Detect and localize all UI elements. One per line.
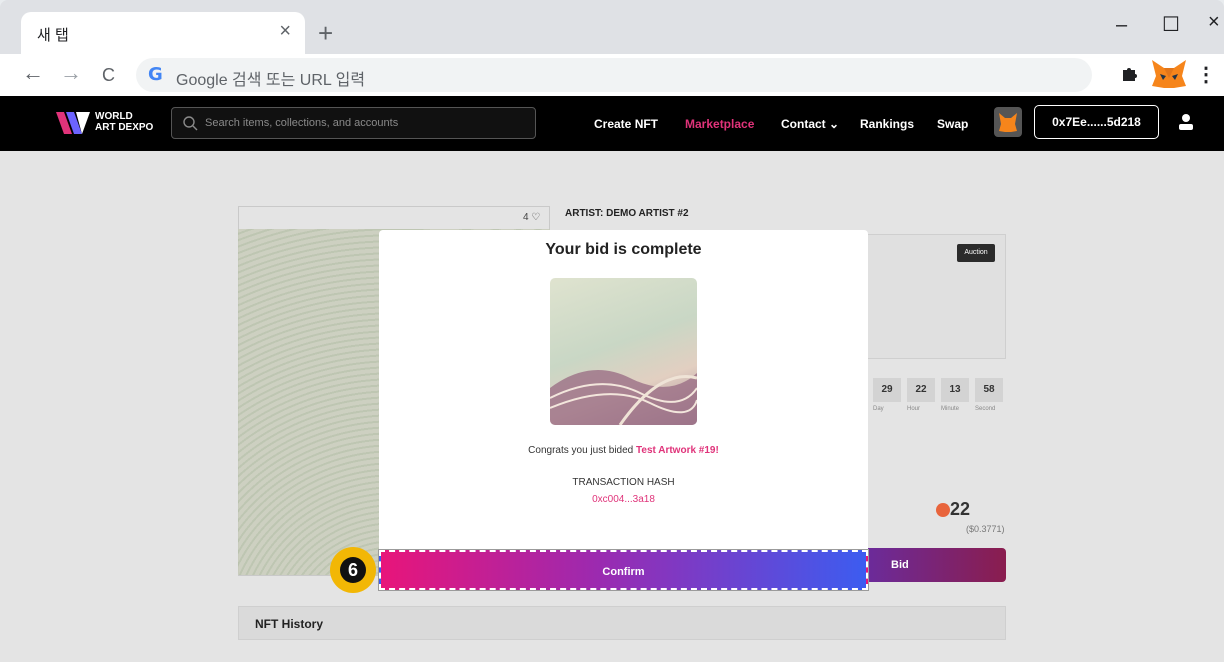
tab-strip: 새 탭 × + – ☐ × <box>0 0 1224 56</box>
congrats-text: Congrats you just bided Test Artwork #19… <box>379 445 868 456</box>
close-window-icon[interactable]: × <box>1208 11 1220 34</box>
timer-hour: 22 <box>907 378 935 402</box>
world-art-dexpo-logo-icon[interactable] <box>56 112 90 134</box>
price-usd: ($0.3771) <box>966 524 1005 534</box>
timer-second-label: Second <box>975 406 996 412</box>
google-icon: G <box>148 64 163 85</box>
reload-icon[interactable]: C <box>102 64 115 86</box>
timer-hour-label: Hour <box>907 406 921 412</box>
wallet-address-button[interactable]: 0x7Ee......5d218 <box>1034 105 1159 139</box>
likes-count[interactable]: 4 ♡ <box>523 212 540 223</box>
site-logo-text[interactable]: WORLD ART DEXPO <box>95 111 153 133</box>
step-number: 6 <box>340 557 366 583</box>
confirm-button[interactable]: Confirm <box>378 549 869 591</box>
metamask-fox-icon[interactable] <box>1150 58 1188 90</box>
browser-menu-icon[interactable]: ⋮ <box>1196 62 1216 87</box>
nft-history-section[interactable]: NFT History <box>238 606 1006 640</box>
maximize-icon[interactable]: ☐ <box>1162 12 1180 37</box>
bid-button[interactable]: Bid <box>866 548 1006 582</box>
auction-badge: Auction <box>957 244 995 262</box>
site-header: WORLD ART DEXPO Search items, collection… <box>0 96 1224 151</box>
nav-contact[interactable]: Contact ⌄ <box>781 117 839 131</box>
tab-title: 새 탭 <box>37 27 69 44</box>
transaction-hash-link[interactable]: 0xc004...3a18 <box>379 494 868 505</box>
metamask-button[interactable] <box>994 107 1022 137</box>
back-icon[interactable]: ← <box>22 62 44 84</box>
timer-day: 29 <box>873 378 901 402</box>
puzzle-extension-icon[interactable] <box>1120 64 1138 82</box>
browser-window: 새 탭 × + – ☐ × ← → C G Google 검색 또는 URL 입… <box>0 0 1224 662</box>
artist-name: ARTIST: DEMO ARTIST #2 <box>565 208 689 219</box>
tab-close-icon[interactable]: × <box>279 21 291 41</box>
artwork-waves-icon <box>550 370 697 425</box>
site-search-input[interactable]: Search items, collections, and accounts <box>171 107 536 139</box>
step-number-badge: 6 <box>330 547 376 593</box>
nav-marketplace[interactable]: Marketplace <box>685 117 754 131</box>
artwork-name-link[interactable]: Test Artwork #19! <box>636 445 719 456</box>
timer-minute-label: Minute <box>941 406 960 412</box>
congrats-prefix: Congrats you just bided <box>528 445 637 456</box>
transaction-hash-label: TRANSACTION HASH <box>572 477 675 488</box>
minimize-icon[interactable]: – <box>1116 14 1127 37</box>
fox-icon <box>999 113 1017 132</box>
logo-line2: ART DEXPO <box>95 122 154 133</box>
user-icon[interactable] <box>1176 112 1196 132</box>
price-value: 22 <box>950 499 971 519</box>
address-bar[interactable]: G Google 검색 또는 URL 입력 <box>136 58 1092 92</box>
nav-rankings[interactable]: Rankings <box>860 117 914 131</box>
browser-toolbar: ← → C G Google 검색 또는 URL 입력 ⋮ <box>0 54 1224 96</box>
coin-icon <box>936 503 950 517</box>
bid-complete-modal: Your bid is complete Congrats you just b… <box>379 230 868 550</box>
timer-second: 58 <box>975 378 1003 402</box>
timer-day-label: Day <box>873 406 884 412</box>
logo-line1: WORLD <box>95 111 133 122</box>
modal-artwork-image <box>550 278 697 425</box>
search-icon <box>183 116 198 131</box>
search-placeholder: Search items, collections, and accounts <box>205 117 399 129</box>
nav-swap[interactable]: Swap <box>937 117 968 131</box>
new-tab-icon[interactable]: + <box>318 20 333 46</box>
address-placeholder: Google 검색 또는 URL 입력 <box>176 72 366 89</box>
timer-minute: 13 <box>941 378 969 402</box>
nav-create-nft[interactable]: Create NFT <box>594 117 658 131</box>
modal-title: Your bid is complete <box>545 241 702 258</box>
forward-icon[interactable]: → <box>60 62 82 84</box>
browser-tab[interactable]: 새 탭 × <box>21 12 305 54</box>
